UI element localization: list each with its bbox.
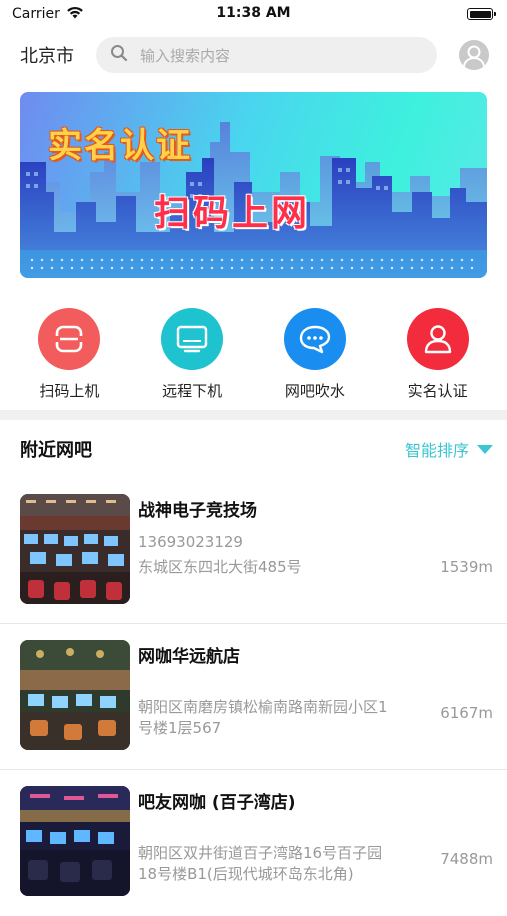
- action-label: 网吧吹水: [284, 382, 345, 400]
- list-item[interactable]: 吧友网咖 (百子湾店) 朝阳区双井街道百子湾路16号百子园18号楼B1(后现代城…: [0, 770, 507, 916]
- search-icon: [110, 44, 128, 66]
- cafe-address: 东城区东四北大街485号: [138, 558, 302, 576]
- avatar[interactable]: [459, 40, 489, 70]
- header: 北京市 输入搜索内容: [0, 28, 507, 82]
- action-label: 扫码上机: [39, 382, 100, 400]
- action-remote-logout[interactable]: 远程下机: [137, 308, 247, 408]
- cafe-name: 网咖华远航店: [138, 647, 240, 667]
- list-item[interactable]: 战神电子竞技场 13693023129 东城区东四北大街485号 1539m: [0, 478, 507, 624]
- cafe-name: 吧友网咖 (百子湾店): [138, 793, 296, 813]
- cafe-distance: 7488m: [440, 850, 493, 868]
- cafe-name: 战神电子竞技场: [138, 501, 257, 521]
- action-cafe-chat[interactable]: 网吧吹水: [260, 308, 370, 408]
- cafe-list: 战神电子竞技场 13693023129 东城区东四北大街485号 1539m 网…: [0, 478, 507, 916]
- banner-title-scan: 扫码上网: [154, 192, 311, 234]
- user-icon: [406, 308, 469, 370]
- battery-icon: [467, 8, 496, 20]
- search-bar[interactable]: 输入搜索内容: [96, 37, 437, 73]
- user-avatar-icon: [463, 45, 485, 68]
- section-divider: [0, 410, 507, 420]
- triangle-down-icon: [477, 444, 493, 454]
- cafe-distance: 6167m: [440, 704, 493, 722]
- action-scan-login[interactable]: 扫码上机: [14, 308, 124, 408]
- status-bar: Carrier 11:38 AM: [0, 0, 507, 28]
- monitor-icon: [161, 308, 224, 370]
- scan-icon: [38, 308, 101, 370]
- cafe-photo: [20, 786, 130, 896]
- status-time: 11:38 AM: [216, 5, 291, 21]
- cafe-address: 朝阳区双井街道百子湾路16号百子园18号楼B1(后现代城环岛东北角): [138, 844, 383, 883]
- cafe-info: 网咖华远航店 朝阳区南磨房镇松榆南路南新园小区1号楼1层567 6167m: [130, 640, 493, 753]
- list-item[interactable]: 网咖华远航店 朝阳区南磨房镇松榆南路南新园小区1号楼1层567 6167m: [0, 624, 507, 770]
- section-title: 附近网吧: [20, 440, 92, 461]
- search-input[interactable]: 输入搜索内容: [140, 45, 230, 66]
- cafe-distance: 1539m: [440, 558, 493, 576]
- sort-dropdown[interactable]: 智能排序: [405, 437, 493, 461]
- city-selector[interactable]: 北京市: [20, 42, 74, 68]
- cafe-photo: [20, 494, 130, 604]
- action-label: 远程下机: [162, 382, 223, 400]
- action-real-name-auth[interactable]: 实名认证: [383, 308, 493, 408]
- quick-actions: 扫码上机 远程下机 网吧吹水 实名认证: [0, 278, 507, 408]
- chat-icon: [283, 308, 346, 370]
- cafe-phone: 13693023129: [138, 533, 243, 551]
- cafe-photo: [20, 640, 130, 750]
- cafe-info: 吧友网咖 (百子湾店) 朝阳区双井街道百子湾路16号百子园18号楼B1(后现代城…: [130, 786, 493, 900]
- action-label: 实名认证: [407, 382, 468, 400]
- sort-label: 智能排序: [404, 441, 469, 460]
- nearby-header: 附近网吧 智能排序: [0, 420, 507, 478]
- cafe-info: 战神电子竞技场 13693023129 东城区东四北大街485号 1539m: [130, 494, 493, 607]
- cafe-address: 朝阳区南磨房镇松榆南路南新园小区1号楼1层567: [138, 698, 388, 737]
- promo-banner[interactable]: 实名认证 扫码上网: [20, 92, 487, 278]
- banner-title-real-name: 实名认证: [48, 126, 192, 166]
